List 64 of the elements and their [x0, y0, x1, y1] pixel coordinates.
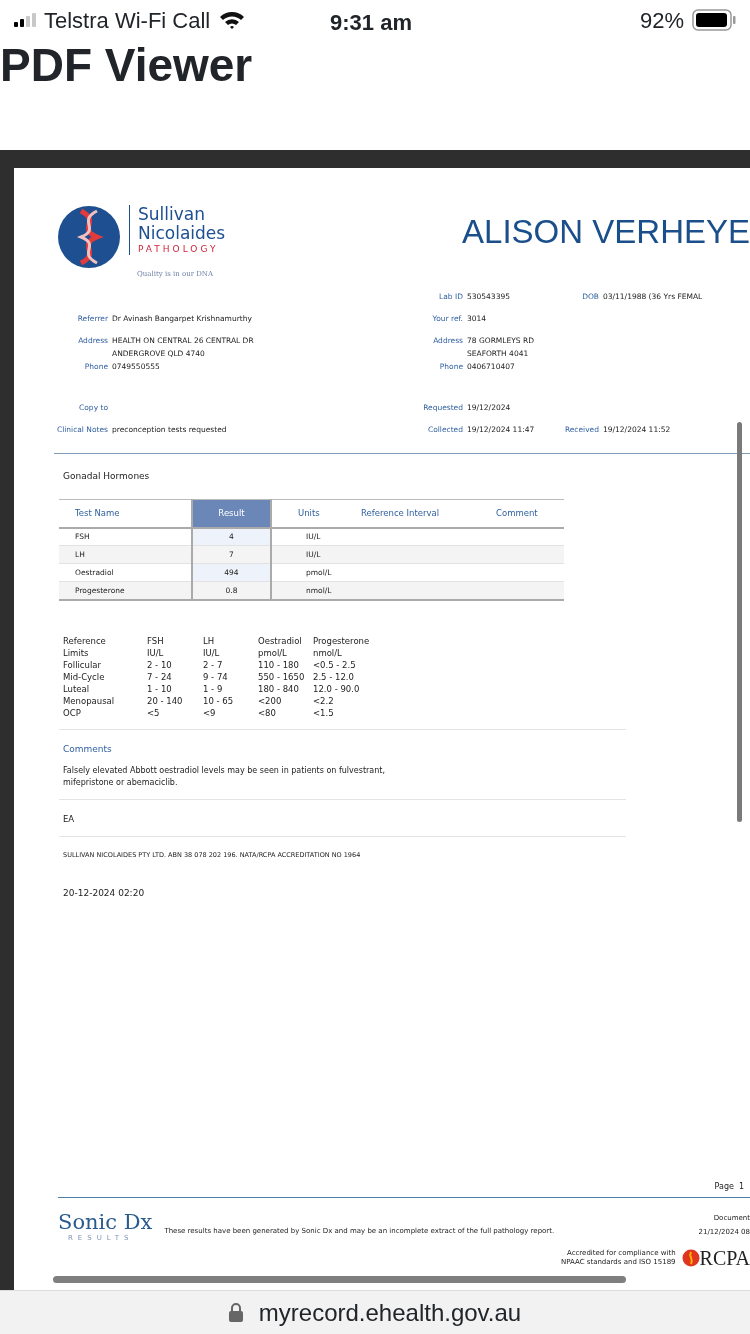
reference-text: 1 - 10 — [147, 682, 173, 695]
initials-text: EA — [63, 813, 76, 826]
reference-text: <9 — [203, 706, 217, 719]
reference-text: 12.0 - 90.0 — [313, 682, 361, 695]
reference-text: LH — [203, 634, 216, 647]
battery-icon — [692, 9, 736, 31]
clock-time: 9:31 am — [330, 9, 412, 37]
battery-percent: 92% — [639, 6, 684, 35]
helix-logo-icon — [57, 205, 121, 269]
page-title: PDF Viewer — [0, 40, 254, 93]
sonic-logo-text: Sonic Dx — [58, 1211, 153, 1233]
page-number: 1 — [738, 1181, 744, 1193]
section-title: Gonadal Hormones — [63, 469, 151, 483]
page-label: Page — [714, 1181, 734, 1193]
reference-text: <200 — [258, 694, 283, 707]
reference-text: 2 - 7 — [203, 658, 224, 671]
flame-logo-icon — [681, 1249, 700, 1267]
signal-icon — [14, 13, 36, 27]
reference-text: Limits — [63, 646, 90, 659]
reference-text: <0.5 - 2.5 — [313, 658, 357, 671]
logo-text: Sullivan — [138, 205, 206, 224]
reference-text: 2.5 - 12.0 — [313, 670, 355, 683]
reference-text: 20 - 140 — [147, 694, 184, 707]
reference-text: <5 — [147, 706, 161, 719]
comment-text: Falsely elevated Abbott oestradiol levels may be seen in patients on fulvestrant, mifepristone or abemaciclib. — [63, 765, 386, 789]
reference-text: Progesterone — [313, 634, 371, 647]
reference-text: 10 - 65 — [203, 694, 235, 707]
reference-text: 180 - 840 — [258, 682, 300, 695]
reference-text: pmol/L — [258, 646, 288, 659]
horizontal-scrollbar[interactable] — [53, 1276, 626, 1283]
reference-text: Reference — [63, 634, 107, 647]
reference-text: nmol/L — [313, 646, 343, 659]
reference-text: 1 - 9 — [203, 682, 224, 695]
column-header: Reference Interval — [345, 499, 480, 528]
reference-text: <1.5 — [313, 706, 335, 719]
reference-text: Luteal — [63, 682, 91, 695]
reference-text: <2.2 — [313, 694, 335, 707]
wifi-icon — [218, 10, 247, 30]
logo-text: Nicolaides — [138, 224, 226, 243]
lock-icon — [228, 1303, 243, 1322]
column-header: Units — [271, 499, 345, 528]
column-header: Result — [192, 499, 271, 528]
reference-text: Oestradiol — [258, 634, 303, 647]
reference-text: Mid-Cycle — [63, 670, 106, 683]
reference-text: FSH — [147, 634, 165, 647]
reference-text: Follicular — [63, 658, 102, 671]
reference-text: IU/L — [147, 646, 165, 659]
patient-name: ALISON VERHEYE — [462, 212, 750, 252]
reference-text: 2 - 10 — [147, 658, 173, 671]
reference-text: IU/L — [203, 646, 221, 659]
reference-text: <80 — [258, 706, 277, 719]
reference-text: 7 - 24 — [147, 670, 173, 683]
reference-text: 110 - 180 — [258, 658, 300, 671]
reference-text: 550 - 1650 — [258, 670, 306, 683]
reference-text: Menopausal — [63, 694, 116, 707]
comments-heading: Comments — [63, 742, 113, 756]
column-header: Comment — [480, 499, 564, 528]
rcpa-logo-text: RCPA — [699, 1247, 750, 1269]
reference-text: 9 - 74 — [203, 670, 229, 683]
logo-text: PATHOLOGY — [138, 243, 220, 255]
reference-text: OCP — [63, 706, 82, 719]
carrier-name: Telstra Wi-Fi Call — [44, 6, 211, 35]
printed-date: 20-12-2024 02:20 — [63, 886, 146, 900]
vertical-scrollbar[interactable] — [737, 422, 742, 822]
